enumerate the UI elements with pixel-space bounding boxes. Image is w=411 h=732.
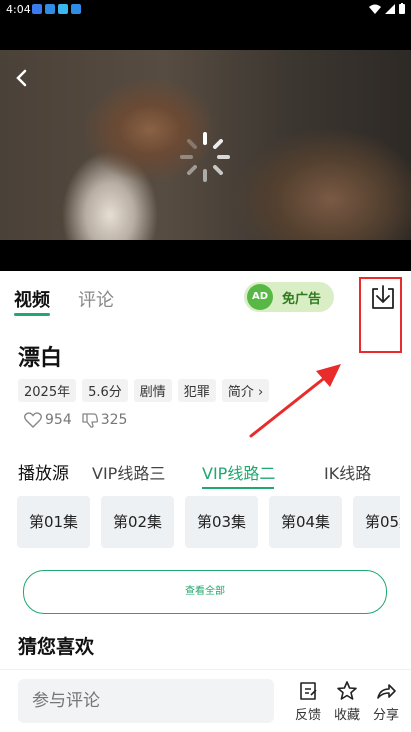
reactions: 954 325 — [24, 412, 127, 428]
episode-button[interactable]: 第01集 — [17, 496, 90, 548]
active-source-indicator — [202, 487, 274, 489]
ad-badge-icon: AD — [247, 284, 273, 310]
favorite-label: 收藏 — [333, 708, 360, 723]
wifi-icon — [369, 4, 381, 14]
feedback-button[interactable]: 反馈 — [291, 680, 325, 723]
status-indicators — [369, 3, 405, 14]
chevron-left-icon — [16, 69, 27, 87]
share-icon — [377, 684, 396, 699]
share-button[interactable]: 分享 — [369, 680, 403, 723]
heart-icon — [24, 412, 42, 428]
ad-free-label: 免广告 — [282, 292, 322, 307]
source-line-option[interactable]: IK线路 — [324, 460, 371, 484]
notification-app-icon — [71, 4, 81, 14]
thumbs-down-icon — [82, 413, 98, 428]
tag-year: 2025年 — [18, 379, 77, 402]
episode-button[interactable]: 第04集 — [269, 496, 342, 548]
status-bar: 4:04 — [0, 0, 411, 20]
episode-button[interactable]: 第02集 — [101, 496, 174, 548]
tag-rating: 5.6分 — [82, 379, 128, 402]
comment-input[interactable] — [18, 679, 274, 723]
like-button[interactable]: 954 — [24, 412, 72, 428]
show-title: 漂白 — [18, 346, 63, 371]
tab-video[interactable]: 视频 — [14, 286, 50, 312]
notification-app-icon — [58, 4, 68, 14]
tag-list: 2025年 5.6分 剧情 犯罪 简介 › — [18, 379, 270, 402]
source-selector: 播放源 VIP线路三 VIP线路二 IK线路 — [18, 456, 411, 496]
episode-button[interactable]: 第03集 — [185, 496, 258, 548]
signal-icon — [385, 3, 395, 14]
share-label: 分享 — [372, 708, 399, 723]
spinner-icon — [180, 132, 230, 182]
source-label: 播放源 — [18, 464, 69, 484]
feedback-label: 反馈 — [294, 708, 321, 723]
source-line-option[interactable]: VIP线路三 — [92, 460, 165, 484]
status-time: 4:04 — [6, 3, 31, 16]
annotation-highlight-box — [359, 277, 402, 353]
synopsis-button[interactable]: 简介 › — [221, 379, 270, 402]
dislike-count: 325 — [100, 412, 128, 428]
tab-comments[interactable]: 评论 — [78, 286, 114, 312]
notification-app-icon — [45, 4, 55, 14]
dislike-button[interactable]: 325 — [82, 412, 128, 428]
tag-genre: 犯罪 — [177, 379, 216, 402]
like-count: 954 — [45, 412, 72, 428]
star-icon — [337, 681, 357, 700]
recommendations-title: 猜您喜欢 — [18, 636, 95, 658]
back-button[interactable] — [10, 66, 34, 90]
tag-genre: 剧情 — [133, 379, 172, 402]
ad-free-button[interactable]: AD 免广告 — [244, 282, 334, 312]
view-all-button[interactable]: 查看全部 — [23, 570, 387, 614]
source-line-option-active[interactable]: VIP线路二 — [202, 460, 275, 484]
favorite-button[interactable]: 收藏 — [330, 680, 364, 723]
battery-icon — [399, 3, 405, 14]
video-player[interactable] — [0, 20, 411, 271]
episode-button[interactable]: 第05集 — [353, 496, 400, 548]
status-app-icons — [32, 4, 81, 14]
feedback-icon — [300, 682, 317, 700]
notification-app-icon — [32, 4, 42, 14]
episode-list: 第01集 第02集 第03集 第04集 第05集 — [0, 496, 400, 548]
bottom-bar: 反馈 收藏 分享 — [0, 669, 411, 732]
content-tabs: 视频 评论 — [0, 280, 411, 320]
active-tab-indicator — [14, 313, 50, 316]
